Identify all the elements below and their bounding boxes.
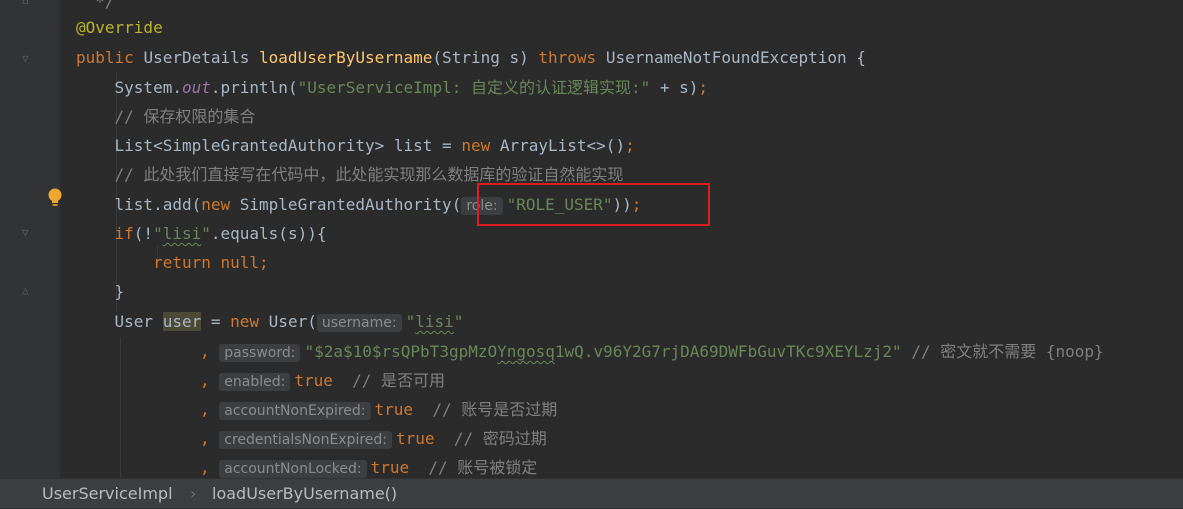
keyword: throws (538, 48, 606, 67)
keyword: new (461, 136, 500, 155)
fold-end-icon[interactable]: ⌂ (22, 0, 29, 7)
code-line: if(!"lisi".equals(s)){ (76, 219, 327, 248)
highlight-box (477, 183, 710, 226)
param-hint-credentials-non-expired: credentialsNonExpired: (219, 431, 393, 449)
breadcrumb-separator: › (190, 484, 197, 503)
param-hint-account-non-locked: accountNonLocked: (219, 460, 367, 478)
param-hint-username: username: (316, 314, 402, 332)
code-text: .println( (210, 78, 298, 97)
code-line: , password: "$2a$10$rsQPbT3gpMzOYngosq1wQ… (200, 337, 1104, 366)
code-line-method-signature: public UserDetails loadUserByUsername(St… (76, 43, 866, 72)
keyword: new (230, 312, 269, 331)
comma: , (200, 342, 220, 361)
keyword: if (114, 224, 134, 243)
semicolon: ; (259, 253, 269, 272)
code-text: UsernameNotFoundException { (605, 48, 866, 67)
comment-text: // 是否可用 (332, 371, 446, 390)
variable-highlight: user (162, 312, 202, 331)
code-editor[interactable]: */ @Override public UserDetails loadUser… (60, 0, 1183, 478)
code-line: System.out.println("UserServiceImpl: 自定义… (76, 73, 709, 102)
code-line: @Override (76, 13, 163, 42)
editor-gutter[interactable]: ⌂ ▽ ▽ △ (0, 0, 62, 478)
params: (String s) (432, 48, 539, 67)
keyword: public (76, 48, 144, 67)
code-line: , enabled: true // 是否可用 (200, 366, 445, 395)
comment-text: */ (95, 0, 115, 11)
code-line: , credentialsNonExpired: true // 密码过期 (200, 424, 547, 453)
breadcrumb: UserServiceImpl › loadUserByUsername() (0, 478, 1183, 508)
code-text: User (114, 312, 163, 331)
comment-text: // 此处我们直接写在代码中，此处能实现那么数据库的验证自然能实现 (114, 165, 624, 184)
fold-start-icon[interactable]: ▽ (22, 226, 29, 239)
comma: , (200, 429, 220, 448)
string-literal: "UserServiceImpl: 自定义的认证逻辑实现:" (297, 78, 651, 97)
comma: , (200, 400, 220, 419)
method-name: loadUserByUsername (259, 48, 433, 67)
keyword: null (220, 253, 260, 272)
comment-text: // 密码过期 (434, 429, 547, 448)
code-text: ArrayList<>() (499, 136, 626, 155)
code-line: return null; (76, 248, 269, 277)
code-text: .equals(s)){ (210, 224, 327, 243)
keyword: new (201, 195, 240, 214)
param-hint-enabled: enabled: (219, 373, 291, 391)
comma: , (200, 458, 220, 477)
breadcrumb-class[interactable]: UserServiceImpl (42, 479, 173, 509)
string-literal: "lisi" (153, 224, 211, 243)
code-text: + s) (650, 78, 699, 97)
string-literal: "lisi" (405, 312, 464, 331)
code-text: list.add( (114, 195, 202, 214)
code-line: } (76, 277, 125, 306)
annotation: @Override (76, 18, 163, 37)
indent-guide (120, 337, 121, 478)
param-hint-account-non-expired: accountNonExpired: (219, 402, 371, 420)
keyword: true (370, 458, 410, 477)
comment-text: // 保存权限的集合 (114, 107, 256, 126)
code-line: User user = new User(username: "lisi" (76, 307, 463, 336)
code-text: (! (133, 224, 154, 243)
code-line: // 保存权限的集合 (76, 102, 256, 131)
comment-text: // 密文就不需要 {noop} (901, 342, 1104, 361)
code-text: System. (114, 78, 182, 97)
param-hint-password: password: (219, 344, 301, 362)
comment-text: // 账号是否过期 (413, 400, 558, 419)
code-line: , accountNonLocked: true // 账号被锁定 (200, 453, 537, 478)
semicolon: ; (698, 78, 709, 97)
code-text: User( (268, 312, 317, 331)
type-name: UserDetails (143, 48, 260, 67)
static-field: out (181, 78, 211, 97)
code-line: , accountNonExpired: true // 账号是否过期 (200, 395, 557, 424)
fold-end-icon[interactable]: △ (22, 284, 29, 297)
semicolon: ; (625, 136, 635, 155)
keyword: true (396, 429, 435, 448)
code-line: List<SimpleGrantedAuthority> list = new … (76, 131, 635, 160)
code-text: SimpleGrantedAuthority( (239, 195, 462, 214)
fold-start-icon[interactable]: ▽ (22, 52, 29, 65)
keyword: true (294, 371, 333, 390)
keyword: true (374, 400, 414, 419)
breadcrumb-method[interactable]: loadUserByUsername() (212, 479, 397, 509)
code-text: } (114, 282, 125, 301)
code-text: List<SimpleGrantedAuthority> list = (114, 136, 462, 155)
string-literal: "$2a$10$rsQPbT3gpMzOYngosq1wQ.v96Y2G7rjD… (304, 342, 902, 361)
comma: , (200, 371, 220, 390)
comment-text: // 账号被锁定 (409, 458, 538, 477)
code-text: = (201, 312, 231, 331)
keyword: return (153, 253, 221, 272)
